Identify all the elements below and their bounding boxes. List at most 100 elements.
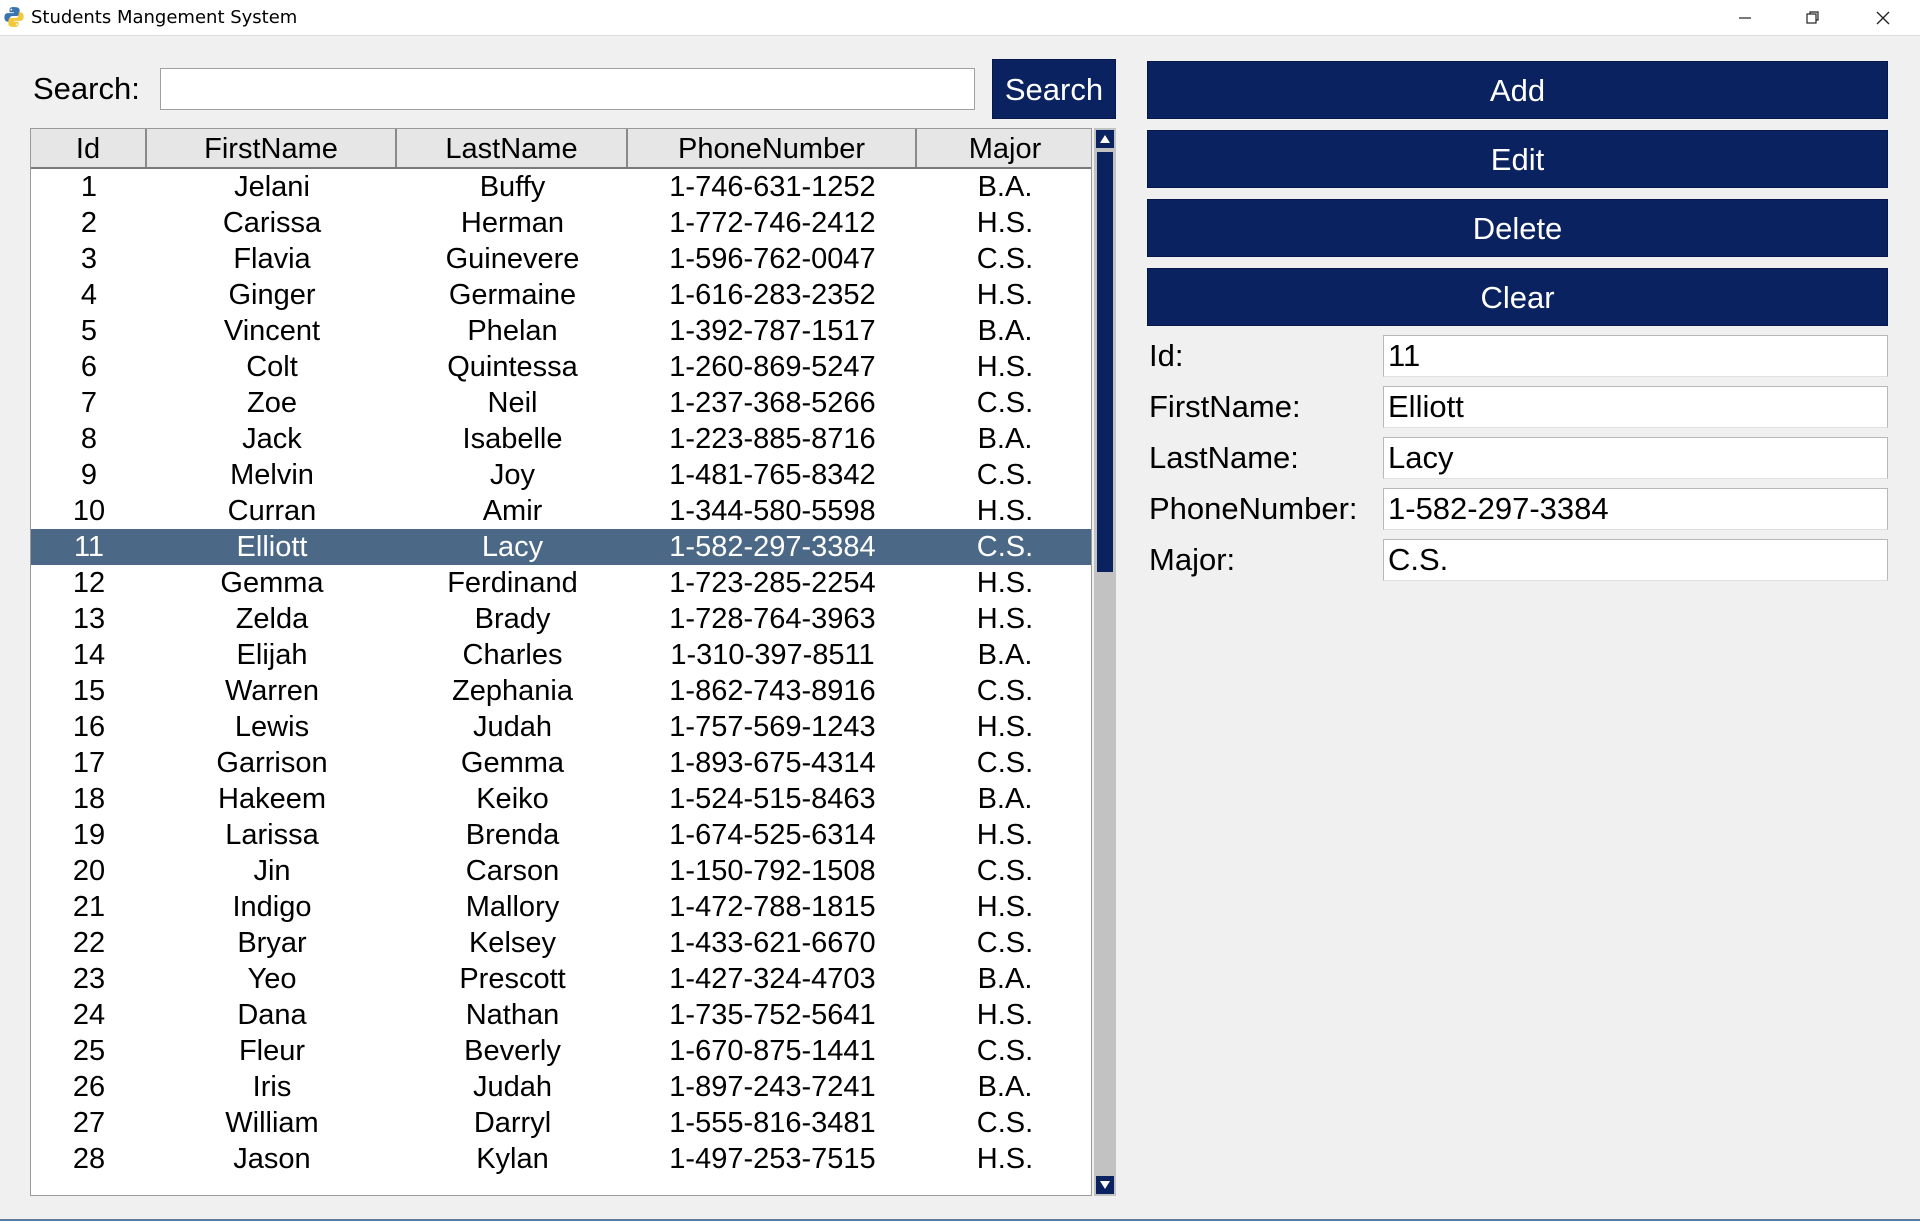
table-row[interactable]: 5 Vincent Phelan 1-392-787-1517 B.A. [31, 313, 1091, 349]
table-row[interactable]: 16 Lewis Judah 1-757-569-1243 H.S. [31, 709, 1091, 745]
table-row[interactable]: 8 Jack Isabelle 1-223-885-8716 B.A. [31, 421, 1091, 457]
cell-lastname: Brady [474, 603, 551, 635]
cell-firstname: Garrison [216, 747, 328, 779]
search-button[interactable]: Search [992, 59, 1116, 119]
cell-lastname: Judah [472, 711, 552, 743]
close-button[interactable] [1848, 0, 1918, 35]
phonenumber-field[interactable] [1383, 488, 1888, 530]
title-bar: Students Mangement System [0, 0, 1920, 36]
table-row[interactable]: 2 Carissa Herman 1-772-746-2412 H.S. [31, 205, 1091, 241]
cell-lastname: Germaine [448, 279, 577, 311]
firstname-field[interactable] [1383, 386, 1888, 428]
cell-lastname: Prescott [459, 963, 566, 995]
cell-phonenumber: 1-497-253-7515 [669, 1143, 876, 1175]
table-row-selected[interactable]: 11 Elliott Lacy 1-582-297-3384 C.S. [31, 529, 1091, 565]
python-icon [4, 7, 24, 27]
cell-firstname: Fleur [238, 1035, 306, 1067]
cell-lastname: Brenda [465, 819, 560, 851]
scroll-down-button[interactable] [1096, 1176, 1114, 1194]
table-scrollbar[interactable] [1094, 128, 1116, 1196]
table-row[interactable]: 19 Larissa Brenda 1-674-525-6314 H.S. [31, 817, 1091, 853]
column-header-firstname[interactable]: FirstName [147, 129, 397, 167]
cell-lastname: Lacy [481, 531, 544, 563]
scrollbar-thumb[interactable] [1097, 152, 1113, 572]
table-row[interactable]: 23 Yeo Prescott 1-427-324-4703 B.A. [31, 961, 1091, 997]
table-row[interactable]: 3 Flavia Guinevere 1-596-762-0047 C.S. [31, 241, 1091, 277]
firstname-label: FirstName: [1149, 389, 1301, 424]
cell-id: 13 [72, 603, 106, 635]
cell-firstname: Zelda [235, 603, 309, 635]
table-row[interactable]: 6 Colt Quintessa 1-260-869-5247 H.S. [31, 349, 1091, 385]
cell-major: B.A. [977, 171, 1033, 203]
edit-button[interactable]: Edit [1147, 130, 1888, 188]
table-row[interactable]: 28 Jason Kylan 1-497-253-7515 H.S. [31, 1141, 1091, 1177]
table-row[interactable]: 7 Zoe Neil 1-237-368-5266 C.S. [31, 385, 1091, 421]
table-row[interactable]: 13 Zelda Brady 1-728-764-3963 H.S. [31, 601, 1091, 637]
delete-button[interactable]: Delete [1147, 199, 1888, 257]
table-row[interactable]: 21 Indigo Mallory 1-472-788-1815 H.S. [31, 889, 1091, 925]
table-row[interactable]: 1 Jelani Buffy 1-746-631-1252 B.A. [31, 169, 1091, 205]
table-row[interactable]: 18 Hakeem Keiko 1-524-515-8463 B.A. [31, 781, 1091, 817]
table-row[interactable]: 14 Elijah Charles 1-310-397-8511 B.A. [31, 637, 1091, 673]
table-row[interactable]: 12 Gemma Ferdinand 1-723-285-2254 H.S. [31, 565, 1091, 601]
cell-phonenumber: 1-616-283-2352 [669, 279, 876, 311]
table-row[interactable]: 17 Garrison Gemma 1-893-675-4314 C.S. [31, 745, 1091, 781]
table-row[interactable]: 20 Jin Carson 1-150-792-1508 C.S. [31, 853, 1091, 889]
cell-id: 7 [80, 387, 98, 419]
cell-firstname: Carissa [222, 207, 322, 239]
cell-major: C.S. [976, 1035, 1034, 1067]
cell-firstname: Elliott [236, 531, 308, 563]
column-header-id[interactable]: Id [31, 129, 147, 167]
cell-phonenumber: 1-237-368-5266 [669, 387, 876, 419]
cell-lastname: Beverly [464, 1035, 561, 1067]
cell-major: H.S. [976, 891, 1034, 923]
cell-firstname: Gemma [220, 567, 324, 599]
scroll-up-button[interactable] [1096, 130, 1114, 148]
cell-phonenumber: 1-472-788-1815 [669, 891, 876, 923]
column-header-phonenumber[interactable]: PhoneNumber [628, 129, 917, 167]
table-row[interactable]: 27 William Darryl 1-555-816-3481 C.S. [31, 1105, 1091, 1141]
cell-id: 4 [80, 279, 98, 311]
cell-id: 17 [72, 747, 106, 779]
cell-firstname: Vincent [223, 315, 321, 347]
id-field[interactable] [1383, 335, 1888, 377]
cell-firstname: Iris [252, 1071, 292, 1103]
cell-phonenumber: 1-674-525-6314 [669, 819, 876, 851]
table-row[interactable]: 24 Dana Nathan 1-735-752-5641 H.S. [31, 997, 1091, 1033]
cell-lastname: Ferdinand [447, 567, 578, 599]
cell-id: 28 [72, 1143, 106, 1175]
table-row[interactable]: 10 Curran Amir 1-344-580-5598 H.S. [31, 493, 1091, 529]
cell-phonenumber: 1-392-787-1517 [669, 315, 876, 347]
search-input[interactable] [160, 68, 975, 110]
cell-major: H.S. [976, 567, 1034, 599]
clear-button[interactable]: Clear [1147, 268, 1888, 326]
major-field[interactable] [1383, 539, 1888, 581]
cell-lastname: Kylan [476, 1143, 549, 1175]
table-row[interactable]: 9 Melvin Joy 1-481-765-8342 C.S. [31, 457, 1091, 493]
cell-firstname: Larissa [225, 819, 319, 851]
cell-phonenumber: 1-260-869-5247 [669, 351, 876, 383]
cell-lastname: Charles [462, 639, 563, 671]
cell-major: C.S. [976, 1107, 1034, 1139]
cell-id: 25 [72, 1035, 106, 1067]
table-row[interactable]: 26 Iris Judah 1-897-243-7241 B.A. [31, 1069, 1091, 1105]
lastname-field[interactable] [1383, 437, 1888, 479]
column-header-major[interactable]: Major [917, 129, 1091, 167]
table-row[interactable]: 4 Ginger Germaine 1-616-283-2352 H.S. [31, 277, 1091, 313]
table-row[interactable]: 15 Warren Zephania 1-862-743-8916 C.S. [31, 673, 1091, 709]
table-row[interactable]: 22 Bryar Kelsey 1-433-621-6670 C.S. [31, 925, 1091, 961]
cell-id: 14 [72, 639, 106, 671]
students-table[interactable]: Id FirstName LastName PhoneNumber Major … [30, 128, 1092, 1196]
cell-major: C.S. [976, 459, 1034, 491]
table-body: 1 Jelani Buffy 1-746-631-1252 B.A. 2 Carissa He… [31, 169, 1091, 1177]
minimize-button[interactable] [1710, 0, 1780, 35]
cell-firstname: Jin [253, 855, 291, 887]
restore-button[interactable] [1778, 0, 1848, 35]
cell-id: 16 [72, 711, 106, 743]
column-header-lastname[interactable]: LastName [397, 129, 628, 167]
cell-phonenumber: 1-728-764-3963 [669, 603, 876, 635]
table-row[interactable]: 25 Fleur Beverly 1-670-875-1441 C.S. [31, 1033, 1091, 1069]
cell-phonenumber: 1-427-324-4703 [669, 963, 876, 995]
cell-id: 5 [80, 315, 98, 347]
add-button[interactable]: Add [1147, 61, 1888, 119]
